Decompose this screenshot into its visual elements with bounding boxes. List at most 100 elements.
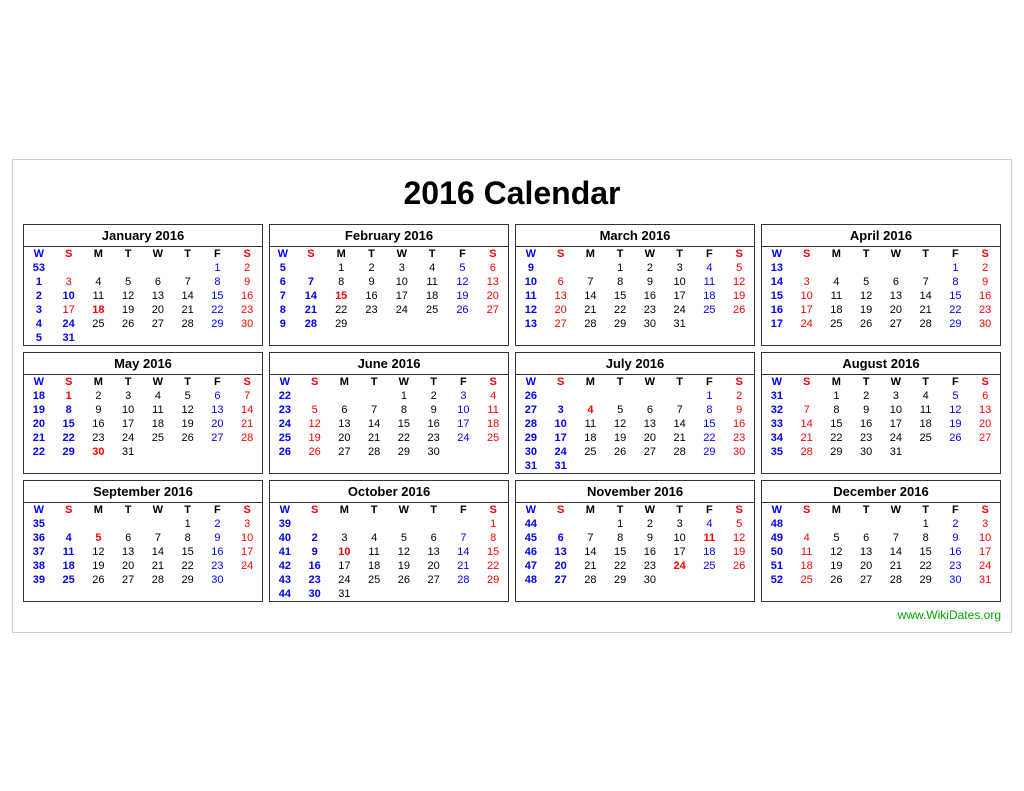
cell [881,331,911,333]
cell: 20 [546,303,576,317]
cell: 20 [24,417,54,431]
footer-url: www.WikiDates.org [898,608,1001,622]
cell [447,331,477,333]
cell: 30 [851,445,881,459]
cell: 8 [54,403,84,417]
cell [516,587,546,589]
cell [417,317,447,331]
col-header-f-6: F [941,246,971,261]
cell: 1 [326,261,356,275]
cell [665,459,695,473]
col-header-s-7: S [724,246,754,261]
month-9: September 2016WSMTWTFS351233645678910371… [23,480,263,602]
cell: 9 [270,317,296,331]
cell [359,389,389,403]
cell [822,459,852,461]
col-header-t-3: T [113,246,143,261]
cell: 29 [605,317,635,331]
cell: 1 [389,389,419,403]
cell: 10 [665,275,695,289]
col-header-f-6: F [695,374,725,389]
cell [113,587,143,589]
cell: 17 [449,417,479,431]
cell [546,587,576,589]
cell: 5 [941,389,971,403]
cell [941,331,971,333]
cell: 8 [389,403,419,417]
cell: 22 [203,303,233,317]
cell: 14 [359,417,389,431]
month-3: March 2016WSMTWTFS9123451067891011121113… [515,224,755,346]
cell: 30 [84,445,114,459]
cell: 18 [695,289,725,303]
cell: 1 [605,261,635,275]
cell: 2 [203,517,233,531]
cell: 16 [419,417,449,431]
cell: 26 [822,573,852,587]
cell: 5 [605,403,635,417]
cell: 25 [478,431,508,445]
col-header-w-4: W [143,374,173,389]
col-header-w-0: W [24,502,54,517]
cell: 10 [792,289,822,303]
col-header-w-0: W [516,502,546,517]
cell: 6 [143,275,173,289]
cell [270,331,296,333]
cell: 26 [605,445,635,459]
col-header-s-7: S [970,246,1000,261]
cell: 22 [911,559,941,573]
cell [665,573,695,587]
col-header-w-4: W [881,374,911,389]
cell: 49 [762,531,792,545]
cell: 3 [113,389,143,403]
cell: 18 [478,417,508,431]
cell: 16 [762,303,792,317]
cell: 14 [143,545,173,559]
col-header-f-6: F [449,374,479,389]
cell: 21 [296,303,326,317]
col-header-s-7: S [232,502,262,517]
cell: 20 [330,431,360,445]
col-header-f-6: F [203,374,233,389]
cell: 29 [326,317,356,331]
cell: 13 [330,417,360,431]
cell: 12 [447,275,477,289]
cell: 2 [356,261,386,275]
cell: 11 [911,403,941,417]
col-header-t-5: T [419,374,449,389]
cell: 18 [359,559,389,573]
col-header-f-6: F [447,246,477,261]
cell [970,459,1000,461]
cell [143,331,173,345]
month-table: WSMTWTFS48123494567891050111213141516175… [762,502,1000,589]
cell [478,445,508,459]
col-header-m-2: M [326,246,356,261]
cell: 3 [665,261,695,275]
cell: 26 [270,445,300,459]
cell: 11 [695,531,725,545]
cell [546,261,576,275]
cell: 23 [851,431,881,445]
cell: 8 [326,275,356,289]
cell: 29 [822,445,852,459]
cell: 9 [203,531,233,545]
col-header-w-4: W [387,246,417,261]
col-header-s-7: S [970,502,1000,517]
cell [54,459,84,461]
cell [792,389,822,403]
cell: 30 [635,317,665,331]
cell: 12 [605,417,635,431]
cell: 4 [792,531,822,545]
month-title: April 2016 [762,225,1000,246]
cell: 1 [605,517,635,531]
cell: 6 [478,261,508,275]
month-table: WSMTWTFS39140234567841910111213141542161… [270,502,508,601]
cell: 6 [635,403,665,417]
col-header-m-2: M [576,246,606,261]
cell [881,261,911,275]
cell [478,317,508,331]
cell: 5 [724,261,754,275]
cell: 8 [695,403,725,417]
cell: 20 [635,431,665,445]
col-header-t-3: T [605,246,635,261]
